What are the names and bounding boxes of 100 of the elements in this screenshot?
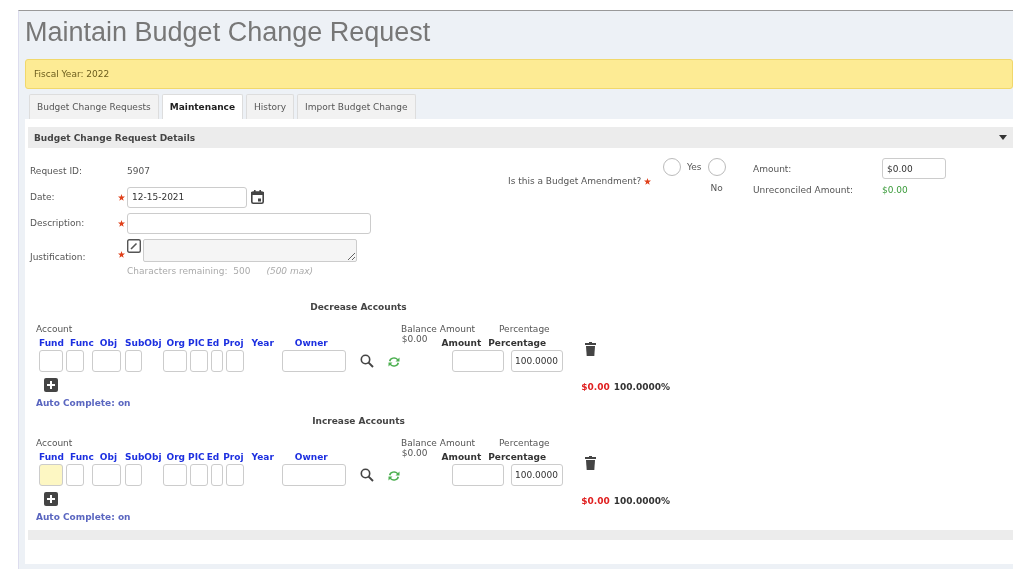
balance-label: Balance Amount xyxy=(401,438,477,448)
account-segment-field[interactable] xyxy=(226,464,244,486)
column-header[interactable]: Owner xyxy=(294,338,328,348)
column-header[interactable]: Year xyxy=(251,338,274,348)
max-length-hint: (500 max) xyxy=(266,266,314,276)
section-title: Decrease Accounts xyxy=(309,302,408,312)
owner-field[interactable] xyxy=(282,350,346,372)
tab[interactable]: Budget Change Requests xyxy=(29,94,159,119)
radio-button[interactable] xyxy=(707,158,726,176)
search-icon[interactable] xyxy=(360,468,374,482)
add-icon[interactable] xyxy=(44,492,58,506)
column-header[interactable]: Ed xyxy=(206,338,220,348)
description-field[interactable] xyxy=(127,212,371,234)
field-label: Justification: xyxy=(30,252,87,262)
trash-icon[interactable] xyxy=(585,342,596,356)
trash-icon[interactable] xyxy=(585,456,596,470)
account-segment-field[interactable] xyxy=(39,464,63,486)
percentage-field[interactable]: 100.0000 xyxy=(511,464,563,486)
column-header[interactable]: Func xyxy=(69,338,94,348)
column-header[interactable]: Owner xyxy=(294,452,328,462)
account-segment-field[interactable] xyxy=(163,464,187,486)
page-title: Maintain Budget Change Request xyxy=(25,16,432,49)
amount-field[interactable] xyxy=(452,350,504,372)
percentage-field[interactable]: 100.0000 xyxy=(511,350,563,372)
column-header[interactable]: Fund xyxy=(39,452,64,462)
column-header[interactable]: Ed xyxy=(206,452,220,462)
account-segment-field[interactable] xyxy=(163,350,187,372)
account-label: Account xyxy=(36,324,74,334)
column-header[interactable]: SubObj xyxy=(125,338,162,348)
balance-label: Balance Amount xyxy=(401,324,477,334)
account-segment-field[interactable] xyxy=(125,464,142,486)
column-header: Percentage xyxy=(488,338,547,348)
field-label: Request ID: xyxy=(30,166,84,176)
auto-complete-toggle[interactable]: Auto Complete: on xyxy=(36,512,668,522)
tab[interactable]: History xyxy=(246,94,295,119)
account-label: Account xyxy=(36,438,74,448)
field-label: Date: xyxy=(30,192,56,202)
amount-field[interactable] xyxy=(452,464,504,486)
section-title: Increase Accounts xyxy=(311,416,406,426)
unreconciled-value: $0.00 xyxy=(882,185,909,195)
justification-field[interactable] xyxy=(143,239,357,262)
refresh-icon[interactable] xyxy=(387,356,401,368)
owner-field[interactable] xyxy=(282,464,346,486)
column-header[interactable]: Org xyxy=(166,338,186,348)
panel-header[interactable]: Budget Change Request Details xyxy=(28,127,1013,148)
account-segment-field[interactable] xyxy=(211,464,223,486)
column-header[interactable]: Func xyxy=(69,452,94,462)
column-header[interactable]: Obj xyxy=(99,338,117,348)
calendar-icon[interactable] xyxy=(251,190,264,204)
column-header[interactable]: PIC xyxy=(188,452,205,462)
panel-title: Budget Change Request Details xyxy=(34,132,196,143)
percentage-label: Percentage xyxy=(499,324,551,334)
balance-value: $0.00 xyxy=(401,448,428,460)
account-segment-field[interactable] xyxy=(66,350,84,372)
field-label: Description: xyxy=(30,218,86,228)
fiscal-year-banner: Fiscal Year: 2022 xyxy=(25,59,1013,89)
radio-label: Yes xyxy=(687,162,702,172)
request-id-value: 5907 xyxy=(127,166,150,176)
account-segment-field[interactable] xyxy=(39,350,63,372)
account-segment-field[interactable] xyxy=(92,464,121,486)
add-icon[interactable] xyxy=(44,378,58,392)
column-header[interactable]: SubObj xyxy=(125,452,162,462)
date-field[interactable]: 12-15-2021 xyxy=(127,186,247,208)
column-header[interactable]: Year xyxy=(251,452,274,462)
amount-field[interactable]: $0.00 xyxy=(882,158,946,179)
total-amount: $0.00 xyxy=(581,382,610,392)
column-header[interactable]: PIC xyxy=(188,338,205,348)
column-header: Percentage xyxy=(488,452,547,462)
radio-label: No xyxy=(710,183,723,193)
amendment-question: Is this a Budget Amendment? xyxy=(508,176,642,186)
column-header[interactable]: Proj xyxy=(223,452,244,462)
total-percentage: 100.0000% xyxy=(613,382,670,392)
total-amount: $0.00 xyxy=(581,496,610,506)
account-segment-field[interactable] xyxy=(66,464,84,486)
radio-button[interactable] xyxy=(663,158,681,176)
unreconciled-label: Unreconciled Amount: xyxy=(753,185,854,195)
characters-remaining: Characters remaining: 500 xyxy=(127,266,251,276)
edit-icon[interactable] xyxy=(127,239,141,253)
account-segment-field[interactable] xyxy=(190,350,208,372)
tab[interactable]: Maintenance xyxy=(161,94,244,119)
column-header[interactable]: Org xyxy=(166,452,186,462)
balance-value: $0.00 xyxy=(401,334,428,346)
account-segment-field[interactable] xyxy=(211,350,223,372)
auto-complete-toggle[interactable]: Auto Complete: on xyxy=(36,398,668,408)
amount-label: Amount: xyxy=(753,163,793,174)
total-percentage: 100.0000% xyxy=(613,496,670,506)
column-header[interactable]: Proj xyxy=(223,338,244,348)
column-header: Amount xyxy=(441,338,482,348)
tab[interactable]: Import Budget Change xyxy=(297,94,416,119)
column-header[interactable]: Fund xyxy=(39,338,64,348)
refresh-icon[interactable] xyxy=(387,470,401,482)
search-icon[interactable] xyxy=(360,354,374,368)
account-segment-field[interactable] xyxy=(226,350,244,372)
account-segment-field[interactable] xyxy=(92,350,121,372)
account-segment-field[interactable] xyxy=(190,464,208,486)
caret-icon[interactable] xyxy=(999,135,1007,140)
account-segment-field[interactable] xyxy=(125,350,142,372)
column-header[interactable]: Obj xyxy=(99,452,117,462)
percentage-label: Percentage xyxy=(499,438,551,448)
column-header: Amount xyxy=(441,452,482,462)
